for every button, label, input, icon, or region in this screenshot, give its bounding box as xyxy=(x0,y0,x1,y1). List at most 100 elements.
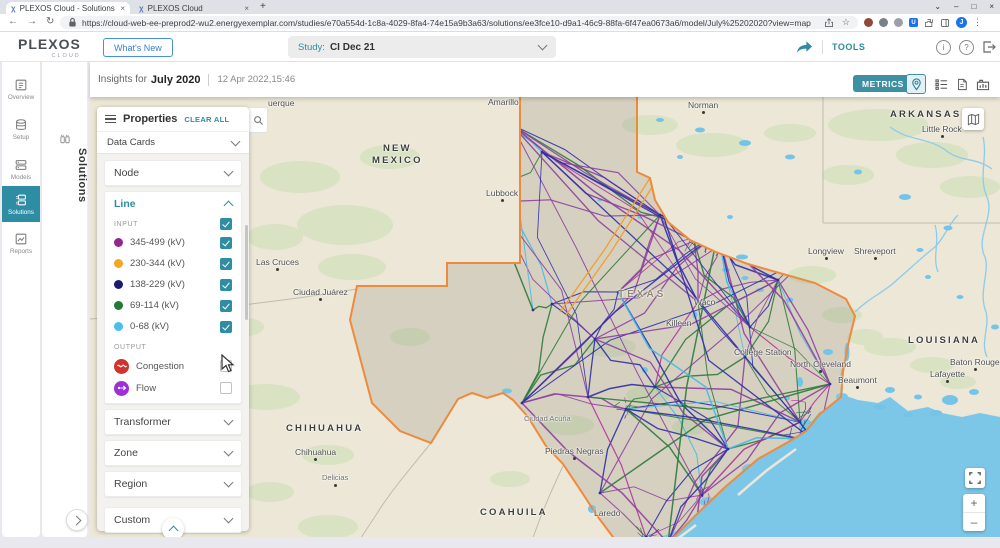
browser-tab-active[interactable]: χ PLEXOS Cloud - Solutions × xyxy=(6,2,130,14)
voltage-checkbox[interactable] xyxy=(220,236,232,249)
tab-close-icon[interactable]: × xyxy=(244,4,249,13)
browser-nav-buttons: ← → ↻ xyxy=(8,16,54,27)
zone-card[interactable]: Zone xyxy=(104,440,242,466)
properties-search-button[interactable] xyxy=(249,107,268,133)
back-button[interactable]: ← xyxy=(8,16,18,27)
chevron-down-icon xyxy=(223,477,234,488)
voltage-checkbox[interactable] xyxy=(220,257,232,270)
solutions-subpanel: Solutions xyxy=(42,62,88,537)
new-tab-button[interactable]: + xyxy=(260,1,266,12)
plexos-favicon-icon: χ xyxy=(11,3,16,13)
chevron-down-icon xyxy=(223,415,234,426)
profile-avatar[interactable]: J xyxy=(956,17,967,28)
voltage-color-dot xyxy=(114,238,123,247)
expand-panel-button[interactable] xyxy=(66,509,88,531)
forward-button[interactable]: → xyxy=(27,16,37,27)
chart-case-icon xyxy=(976,79,990,90)
subpanel-title: Solutions xyxy=(76,148,88,203)
panel-menu-icon[interactable] xyxy=(105,114,116,124)
legend-list-button[interactable] xyxy=(931,74,951,94)
report-doc-button[interactable] xyxy=(952,74,972,94)
puzzle-extensions-icon[interactable] xyxy=(924,18,934,28)
sidebar-item-reports[interactable]: Reports xyxy=(2,226,40,260)
tab-panel-icon[interactable] xyxy=(940,18,950,28)
properties-panel: Properties CLEAR ALL Data Cards Node Lin… xyxy=(97,107,249,540)
extensions-row: U J ⋮ xyxy=(864,16,982,29)
lock-icon xyxy=(69,17,76,27)
voltage-checkbox[interactable] xyxy=(220,278,232,291)
chevron-down-icon xyxy=(223,166,234,177)
extension-badge-icon[interactable]: U xyxy=(909,18,918,27)
fullscreen-button[interactable] xyxy=(965,468,985,488)
reload-button[interactable]: ↻ xyxy=(46,16,54,27)
extension-icon[interactable] xyxy=(864,18,873,27)
omnibox-icons: ☆ xyxy=(824,17,850,28)
map-view-button[interactable] xyxy=(906,74,926,94)
chart-export-button[interactable] xyxy=(973,74,993,94)
data-cards-dropdown[interactable]: Data Cards xyxy=(97,132,249,154)
voltage-row: 69-114 (kV) xyxy=(105,295,241,316)
voltage-color-dot xyxy=(114,322,123,331)
divider xyxy=(208,73,210,86)
input-checkbox[interactable] xyxy=(220,218,232,230)
flow-row: Flow xyxy=(105,377,241,399)
logout-icon[interactable] xyxy=(982,40,996,54)
input-group: INPUT xyxy=(105,216,241,232)
share-arrow-icon[interactable] xyxy=(796,40,813,54)
sidebar-item-models[interactable]: Models xyxy=(2,152,40,186)
window-controls: ⌄ – □ × xyxy=(934,0,994,13)
zoom-in-button[interactable]: + xyxy=(963,494,985,513)
solutions-icon xyxy=(16,194,26,205)
extension-icon[interactable] xyxy=(879,18,888,27)
region-card[interactable]: Region xyxy=(104,471,242,497)
extension-icon[interactable] xyxy=(894,18,903,27)
voltage-checkbox[interactable] xyxy=(220,320,232,333)
chrome-chevron-icon[interactable]: ⌄ xyxy=(934,2,941,11)
voltage-color-dot xyxy=(114,301,123,310)
address-bar[interactable]: https://cloud-web-ee-preprod2-wu2.energy… xyxy=(60,16,858,29)
insights-prefix: Insights for xyxy=(98,74,147,85)
help-icon[interactable]: ? xyxy=(959,39,974,55)
overview-icon xyxy=(15,79,27,90)
chevron-down-icon xyxy=(223,513,234,524)
sidebar-item-setup[interactable]: Setup xyxy=(2,112,40,146)
map-pin-icon xyxy=(911,77,921,90)
sidebar-item-solutions[interactable]: Solutions xyxy=(2,186,40,222)
whats-new-button[interactable]: What's New xyxy=(103,38,173,57)
flow-checkbox[interactable] xyxy=(220,382,232,394)
window-close-button[interactable]: × xyxy=(989,2,994,11)
transformer-card[interactable]: Transformer xyxy=(104,409,242,435)
chevron-up-icon xyxy=(223,200,234,211)
search-icon xyxy=(253,115,263,125)
study-value: CI Dec 21 xyxy=(329,41,375,53)
chevron-right-icon xyxy=(71,515,81,525)
metrics-button[interactable]: METRICS xyxy=(853,75,913,92)
document-icon xyxy=(958,78,967,90)
browser-urlbar: ← → ↻ https://cloud-web-ee-preprod2-wu2.… xyxy=(0,14,1000,32)
window-maximize-button[interactable]: □ xyxy=(971,2,976,11)
zoom-out-button[interactable]: – xyxy=(963,513,985,531)
insights-timestamp: 12 Apr 2022,15:46 xyxy=(217,74,296,85)
window-minimize-button[interactable]: – xyxy=(954,2,958,11)
solutions-panel-icon xyxy=(54,133,72,145)
node-card[interactable]: Node xyxy=(104,160,242,186)
sidebar-item-overview[interactable]: Overview xyxy=(2,72,40,106)
study-dropdown[interactable]: Study: CI Dec 21 xyxy=(288,36,556,58)
browser-menu-icon[interactable]: ⋮ xyxy=(973,17,982,28)
info-icon[interactable]: i xyxy=(936,39,951,55)
tab-close-icon[interactable]: × xyxy=(120,4,125,13)
clear-all-button[interactable]: CLEAR ALL xyxy=(184,115,229,124)
panel-scrollbar[interactable] xyxy=(244,225,248,320)
share-page-icon[interactable] xyxy=(824,17,834,28)
bookmark-star-icon[interactable]: ☆ xyxy=(842,17,850,28)
voltage-row: 138-229 (kV) xyxy=(105,274,241,295)
page-bottom-strip xyxy=(0,537,1000,548)
tools-menu[interactable]: TOOLS xyxy=(832,42,865,52)
line-card-header[interactable]: Line xyxy=(105,192,241,216)
map-style-button[interactable] xyxy=(962,108,984,130)
properties-title: Properties xyxy=(123,113,178,125)
chevron-down-icon xyxy=(230,136,241,146)
browser-tabstrip: χ PLEXOS Cloud - Solutions × χ PLEXOS Cl… xyxy=(0,0,1000,14)
browser-tab-inactive[interactable]: χ PLEXOS Cloud × xyxy=(134,2,254,14)
voltage-checkbox[interactable] xyxy=(220,299,232,312)
